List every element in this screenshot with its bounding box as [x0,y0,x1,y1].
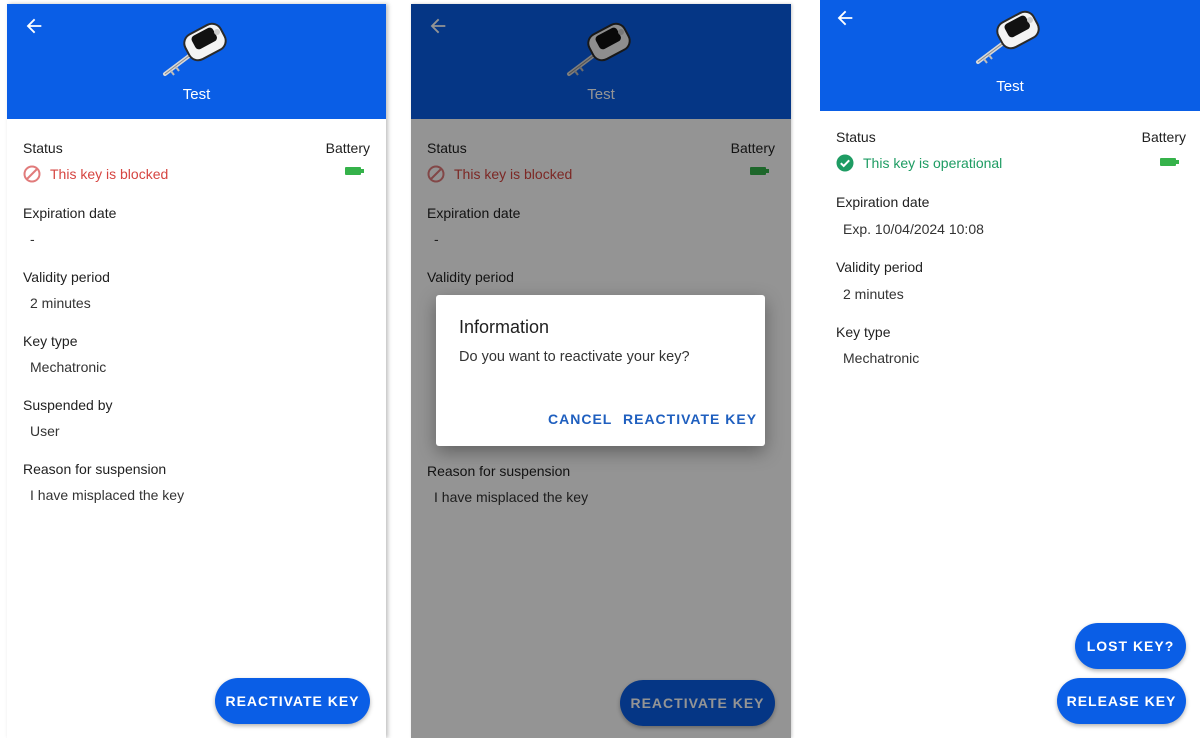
key-icon [976,10,1040,64]
reactivate-key-button[interactable]: REACTIVATE KEY [215,678,370,724]
release-key-button[interactable]: RELEASE KEY [1057,678,1186,724]
screen-reactivate-dialog: Test Status Battery This key is blocked … [411,4,791,738]
validity-label: Validity period [23,269,110,285]
status-row: This key is operational [836,154,1086,172]
battery-label: Battery [325,140,370,156]
key-name-title: Test [182,86,211,103]
reason-value: I have misplaced the key [30,487,185,503]
blocked-icon [23,165,41,183]
lost-key-button[interactable]: LOST KEY? [1075,623,1186,669]
key-icon [162,22,227,76]
expiration-label: Expiration date [836,194,930,210]
key-type-label: Key type [23,333,78,349]
dialog-reactivate-key-button[interactable]: REACTIVATE KEY [623,411,757,427]
key-type-value: Mechatronic [30,359,107,375]
key-type-value: Mechatronic [843,350,920,366]
suspended-by-label: Suspended by [23,397,113,413]
reason-label: Reason for suspension [23,461,167,477]
dialog-title: Information [459,317,550,337]
status-text: This key is operational [863,155,1003,171]
screen-key-operational: Test Status Battery This key is operatio… [820,0,1200,738]
check-circle-icon [836,154,854,172]
information-dialog: Information Do you want to reactivate yo… [436,295,765,446]
expiration-label: Expiration date [23,205,117,221]
expiration-value: Exp. 10/04/2024 10:08 [843,221,984,237]
app-bar: Test [820,0,1200,111]
validity-value: 2 minutes [30,295,91,311]
expiration-value: - [30,231,35,247]
arrow-left-icon[interactable] [23,15,45,37]
app-bar: Test [7,4,386,119]
validity-value: 2 minutes [843,286,904,302]
validity-label: Validity period [836,259,923,275]
status-row: This key is blocked [23,165,273,183]
suspended-by-value: User [30,423,60,439]
arrow-left-icon[interactable] [834,7,856,29]
battery-icon [345,167,364,175]
screen-key-blocked: Test Status Battery This key is blocked … [7,4,386,738]
dialog-cancel-button[interactable]: CANCEL [548,411,612,427]
battery-icon [1160,158,1179,166]
battery-label: Battery [1141,129,1186,145]
status-label: Status [23,140,63,156]
key-name-title: Test [996,78,1024,95]
status-label: Status [836,129,876,145]
status-text: This key is blocked [50,166,169,182]
dialog-message: Do you want to reactivate your key? [459,349,690,365]
key-type-label: Key type [836,324,891,340]
